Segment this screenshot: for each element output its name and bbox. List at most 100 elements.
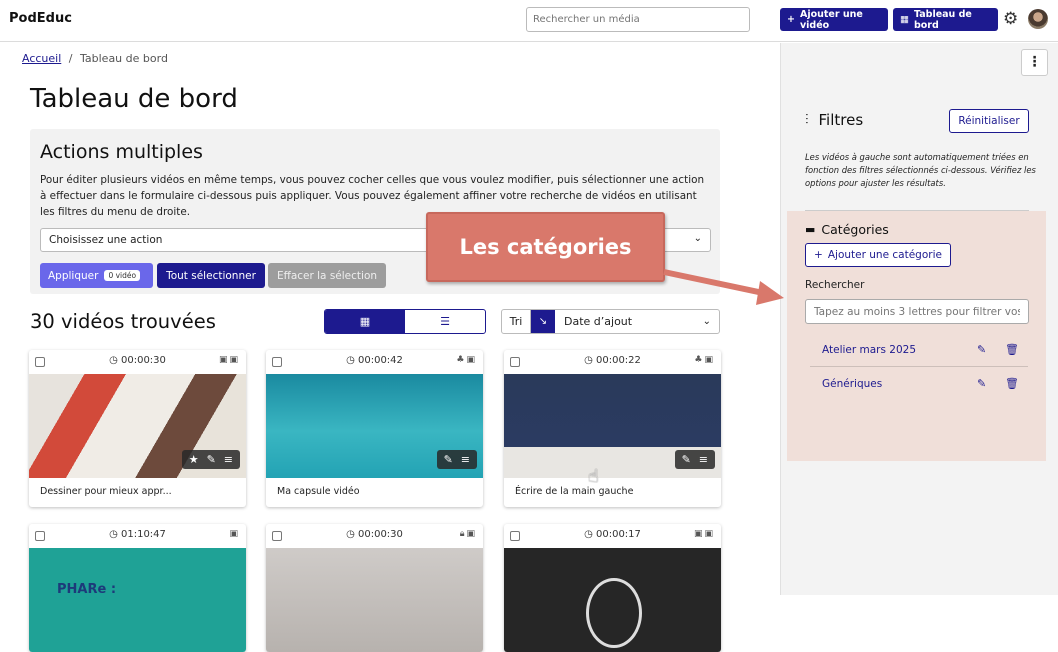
edit-icon[interactable]: ✎: [444, 453, 453, 466]
apply-label: Appliquer: [48, 269, 99, 282]
selected-count-badge: 0 vidéo: [104, 270, 141, 281]
video-thumbnail[interactable]: [266, 548, 483, 652]
category-item[interactable]: Génériques ✎ 🗑︎: [810, 369, 1028, 401]
brand-logo[interactable]: PodEduc: [9, 11, 72, 26]
star-icon[interactable]: ★: [189, 453, 199, 466]
video-card[interactable]: ◷ 00:00:42 ♣▣ ✎ ≡ Ma capsule vidéo: [266, 350, 483, 507]
results-count-title: 30 vidéos trouvées: [30, 310, 216, 333]
duration-label: ◷ 00:00:30: [346, 529, 403, 540]
film-icon: ▣▣: [693, 529, 715, 539]
video-card[interactable]: ◷ 01:10:47 ▣ PHARe :: [29, 524, 246, 652]
edit-icon[interactable]: ✎: [682, 453, 691, 466]
user-group-icon: ♣▣: [456, 355, 477, 365]
filters-title: ⫶ Filtres: [805, 111, 863, 129]
card-header: ◷ 00:00:30 ▣▣: [29, 350, 246, 374]
view-toggle: ▦ ☰: [324, 309, 486, 334]
category-label[interactable]: Atelier mars 2025: [822, 344, 916, 356]
clock-icon: ◷: [584, 529, 596, 540]
menu-icon[interactable]: ≡: [461, 453, 470, 466]
bulk-actions-title: Actions multiples: [40, 141, 203, 163]
trash-icon[interactable]: 🗑︎: [1005, 343, 1019, 356]
grid-view-button[interactable]: ▦: [325, 310, 405, 333]
duration-label: ◷ 00:00:30: [109, 355, 166, 366]
clear-selection-button[interactable]: Effacer la sélection: [268, 263, 386, 288]
sort-control: Tri ↘ Date d’ajout ⌄: [501, 309, 720, 334]
dashboard-button[interactable]: ▦ Tableau de bord: [893, 8, 998, 31]
card-header: ◷ 00:00:22 ♣▣: [504, 350, 721, 374]
edit-icon[interactable]: ✎: [207, 453, 216, 466]
breadcrumb-home-link[interactable]: Accueil: [22, 52, 61, 65]
add-video-button[interactable]: + Ajouter une vidéo: [780, 8, 888, 31]
edit-icon[interactable]: ✎: [977, 343, 986, 356]
card-tools: ★ ✎ ≡: [181, 450, 240, 469]
trash-icon[interactable]: 🗑︎: [1005, 377, 1019, 390]
category-item[interactable]: Atelier mars 2025 ✎ 🗑︎: [810, 335, 1028, 367]
page-title: Tableau de bord: [30, 84, 238, 114]
add-video-label: Ajouter une vidéo: [799, 8, 863, 31]
grid-icon: ▦: [359, 315, 371, 328]
category-search-label: Rechercher: [805, 279, 865, 291]
hand-cursor-icon: ☝: [588, 466, 599, 487]
clock-icon: ◷: [346, 355, 358, 366]
duration-label: ◷ 00:00:22: [584, 355, 641, 366]
more-options-icon[interactable]: ⋮: [1021, 49, 1048, 76]
video-thumbnail[interactable]: ✎ ≡: [266, 374, 483, 478]
video-thumbnail[interactable]: ✎ ≡: [504, 374, 721, 478]
breadcrumb: Accueil / Tableau de bord: [22, 52, 168, 65]
media-search-input[interactable]: [526, 7, 750, 32]
menu-icon[interactable]: ≡: [699, 453, 708, 466]
duration-label: ◷ 01:10:47: [109, 529, 166, 540]
video-thumbnail[interactable]: PHARe :: [29, 548, 246, 652]
clock-icon: ◷: [109, 529, 121, 540]
video-title[interactable]: Écrire de la main gauche: [504, 478, 721, 507]
sort-direction-button[interactable]: ↘: [531, 310, 555, 333]
film-icon: ▣: [229, 529, 240, 539]
add-category-button[interactable]: + Ajouter une catégorie: [805, 243, 951, 267]
video-title[interactable]: Ma capsule vidéo: [266, 478, 483, 507]
top-navbar: PodEduc + Ajouter une vidéo ▦ Tableau de…: [0, 0, 1058, 42]
duration-label: ◷ 00:00:17: [584, 529, 641, 540]
action-select-value: Choisissez une action: [49, 234, 163, 246]
video-title[interactable]: Dessiner pour mieux appr...: [29, 478, 246, 507]
clock-icon: ◷: [584, 355, 596, 366]
film-icon: ▣▣: [218, 355, 240, 365]
list-view-button[interactable]: ☰: [405, 310, 485, 333]
film-icon: ▦: [900, 14, 909, 25]
add-category-label: Ajouter une catégorie: [827, 249, 942, 261]
card-header: ◷ 00:00:17 ▣▣: [504, 524, 721, 548]
user-group-icon: ♣▣: [694, 355, 715, 365]
video-card[interactable]: ◷ 00:00:17 ▣▣: [504, 524, 721, 652]
chevron-down-icon: ⌄: [693, 233, 702, 244]
video-card[interactable]: ◷ 00:00:22 ♣▣ ✎ ≡ Écrire de la main gauc…: [504, 350, 721, 507]
chevron-down-icon: ⌄: [702, 316, 711, 327]
annotation-callout: Les catégories: [426, 212, 665, 282]
clock-icon: ◷: [346, 529, 358, 540]
filters-note: Les vidéos à gauche sont automatiquement…: [805, 152, 1036, 188]
video-thumbnail[interactable]: ★ ✎ ≡: [29, 374, 246, 478]
categories-title-label: Catégories: [821, 222, 889, 237]
menu-icon[interactable]: ≡: [224, 453, 233, 466]
apply-button[interactable]: Appliquer 0 vidéo: [40, 263, 153, 288]
reset-filters-button[interactable]: Réinitialiser: [949, 109, 1029, 133]
clock-icon: ◷: [109, 355, 121, 366]
category-label[interactable]: Génériques: [822, 378, 882, 390]
sort-select[interactable]: Date d’ajout: [555, 315, 703, 328]
select-all-button[interactable]: Tout sélectionner: [157, 263, 265, 288]
breadcrumb-current: Tableau de bord: [80, 52, 168, 65]
avatar[interactable]: [1028, 9, 1048, 29]
plus-icon: +: [814, 249, 823, 261]
edit-icon[interactable]: ✎: [977, 377, 986, 390]
categories-title: ▬ Catégories: [805, 222, 889, 237]
card-tools: ✎ ≡: [436, 450, 477, 469]
video-card[interactable]: ◷ 00:00:30 ▣▣ ★ ✎ ≡ Dessiner pour mieux …: [29, 350, 246, 507]
list-icon: ☰: [440, 315, 450, 328]
category-search-input[interactable]: [805, 299, 1029, 324]
gear-icon[interactable]: ⚙: [1003, 10, 1021, 28]
dashboard-label: Tableau de bord: [913, 8, 972, 31]
sort-label: Tri: [502, 310, 531, 333]
plus-icon: +: [787, 14, 795, 25]
filters-title-label: Filtres: [818, 111, 864, 129]
card-header: ◷ 00:00:42 ♣▣: [266, 350, 483, 374]
video-card[interactable]: ◷ 00:00:30 🔒︎▣: [266, 524, 483, 652]
video-thumbnail[interactable]: [504, 548, 721, 652]
